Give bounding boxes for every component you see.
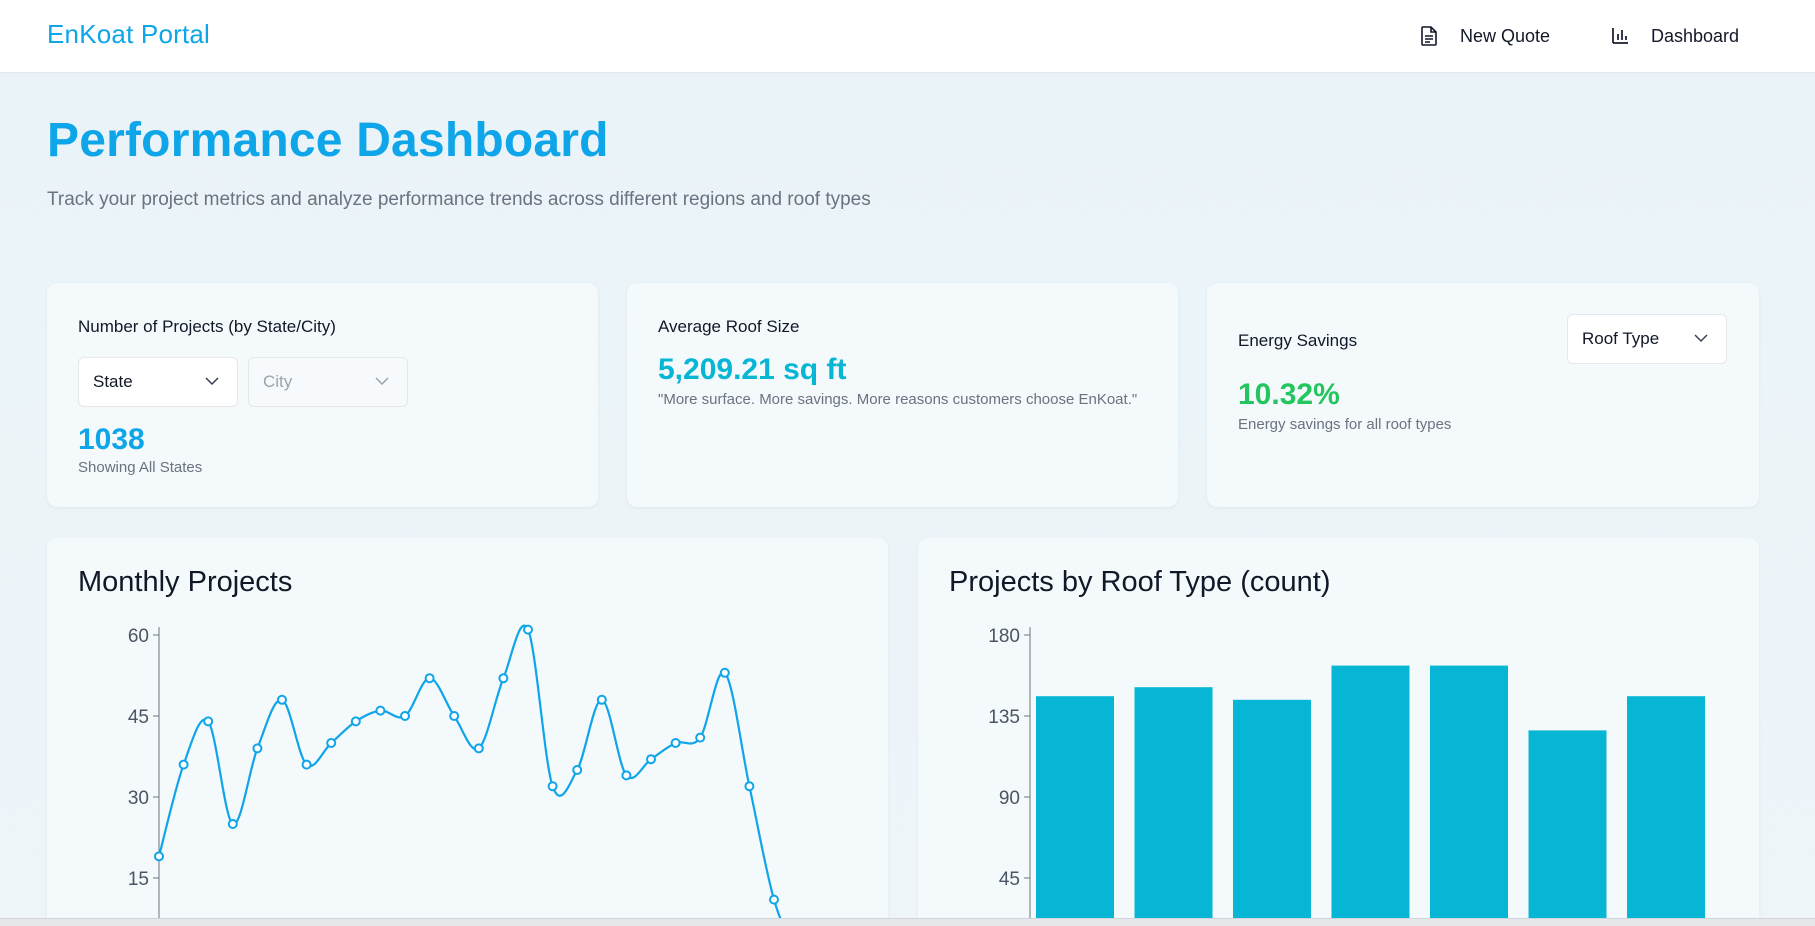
y-tick-label: 60 <box>128 626 149 647</box>
projects-count: 1038 <box>78 423 145 456</box>
data-point <box>154 851 164 862</box>
bar <box>1627 696 1705 926</box>
data-point <box>498 673 509 684</box>
data-point <box>769 894 779 905</box>
projects-caption: Showing All States <box>78 459 203 476</box>
y-tick-label: 135 <box>988 707 1020 728</box>
data-point <box>596 694 607 705</box>
roof-size-value: 5,209.21 sq ft <box>658 353 847 386</box>
new-quote-link[interactable]: New Quote <box>1420 22 1550 50</box>
page-title: Performance Dashboard <box>47 114 609 167</box>
bar <box>1233 699 1311 926</box>
top-navbar: EnKoat Portal New Quote Dashboard <box>0 0 1815 73</box>
state-select[interactable]: State <box>78 357 238 407</box>
horizontal-scrollbar[interactable] <box>0 918 1815 926</box>
data-point <box>670 738 681 748</box>
data-point <box>473 743 484 754</box>
data-point <box>277 694 287 705</box>
data-point <box>400 711 410 721</box>
energy-caption: Energy savings for all roof types <box>1238 416 1452 433</box>
y-tick-label: 45 <box>128 707 149 728</box>
roof-size-label: Average Roof Size <box>658 317 800 336</box>
brand-logo[interactable]: EnKoat Portal <box>47 19 210 50</box>
y-tick-label: 45 <box>999 869 1020 890</box>
roof-type-select[interactable]: Roof Type <box>1567 314 1727 364</box>
state-select-value: State <box>93 372 133 391</box>
bar <box>1036 696 1114 926</box>
roof-type-bar-chart: 45 90 135 180 <box>988 626 1705 926</box>
data-point <box>252 743 263 754</box>
energy-label: Energy Savings <box>1238 331 1358 350</box>
chevron-down-icon <box>1694 334 1708 343</box>
bar <box>1528 730 1607 926</box>
bar <box>1134 687 1213 926</box>
dashboard-label: Dashboard <box>1651 25 1740 46</box>
bar <box>1331 665 1410 926</box>
data-point <box>424 673 435 684</box>
data-point <box>621 770 632 781</box>
roof-size-card: Average Roof Size 5,209.21 sq ft "More s… <box>627 283 1178 507</box>
energy-card: Energy Savings Roof Type 10.32% Energy s… <box>1207 283 1759 507</box>
data-point <box>178 759 189 770</box>
roof-type-select-value: Roof Type <box>1582 329 1660 348</box>
bar-chart-icon <box>1612 28 1628 44</box>
y-tick-label: 15 <box>128 869 149 890</box>
data-point <box>375 705 386 716</box>
monthly-projects-card: Monthly Projects 15 30 45 60 <box>47 538 888 926</box>
y-tick-label: 180 <box>988 626 1020 647</box>
data-point <box>227 819 238 829</box>
bar <box>1430 665 1508 926</box>
city-select-value: City <box>263 372 293 391</box>
chevron-down-icon <box>205 377 219 386</box>
new-quote-label: New Quote <box>1460 25 1551 46</box>
data-point <box>646 754 656 765</box>
roof-type-chart-card: Projects by Roof Type (count) 45 90 135 180 <box>918 538 1759 926</box>
dashboard-link[interactable]: Dashboard <box>1611 22 1739 50</box>
projects-card: Number of Projects (by State/City) State… <box>47 283 598 507</box>
data-point <box>350 716 361 727</box>
chevron-down-icon <box>375 377 389 386</box>
projects-card-label: Number of Projects (by State/City) <box>78 317 336 336</box>
data-point <box>572 765 583 775</box>
data-point <box>744 781 755 792</box>
y-tick-label: 90 <box>999 788 1020 809</box>
roof-size-caption: "More surface. More savings. More reason… <box>658 391 1138 408</box>
series-line <box>157 624 785 926</box>
data-point <box>695 732 706 743</box>
data-point <box>719 667 730 678</box>
city-select[interactable]: City <box>248 357 408 407</box>
data-point <box>203 716 214 727</box>
data-point <box>523 624 533 635</box>
page-subtitle: Track your project metrics and analyze p… <box>47 189 871 210</box>
monthly-projects-chart: 15 30 45 60 <box>128 624 785 926</box>
y-tick-label: 30 <box>128 788 149 809</box>
data-point <box>547 781 558 792</box>
data-point <box>449 711 460 721</box>
document-icon <box>1421 26 1437 46</box>
energy-value: 10.32% <box>1238 378 1340 411</box>
data-point <box>326 738 337 748</box>
data-point <box>301 759 312 770</box>
